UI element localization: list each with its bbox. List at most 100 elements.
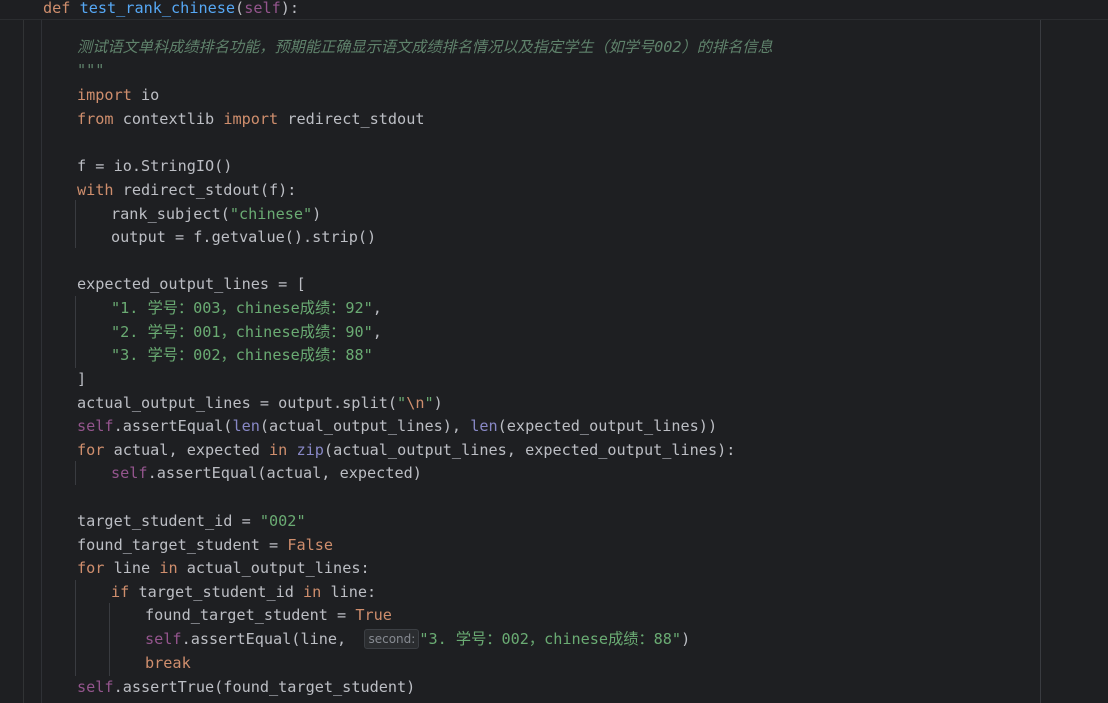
code-line-def: def test_rank_chinese(self): — [43, 0, 299, 20]
code-line-break: break — [145, 651, 191, 675]
code-text: actual_output_lines = output.split( — [77, 394, 398, 412]
code-line-target-id: target_student_id = "002" — [77, 509, 306, 533]
code-text: rank_subject( — [111, 205, 230, 223]
docstring-text: 测试语文单科成绩排名功能，预期能正确显示语文成绩排名情况以及指定学生（如学号00… — [77, 38, 773, 56]
code-text: line: — [321, 583, 377, 601]
code-text: .assertEqual(actual, expected) — [147, 464, 422, 482]
gutter-divider — [23, 0, 24, 703]
code-text: .assertEqual(line, — [181, 630, 356, 648]
code-line-rank-subject: rank_subject("chinese") — [111, 202, 321, 226]
keyword-token: import — [77, 86, 132, 104]
keyword-token: in — [269, 441, 288, 459]
code-text: actual_output_lines: — [177, 559, 370, 577]
code-text: (expected_output_lines)) — [497, 417, 718, 435]
code-text: found_target_student = — [145, 606, 356, 624]
string-token: "1. 学号：003，chinese成绩：92" — [111, 299, 373, 317]
keyword-token: if — [111, 583, 130, 601]
code-text: ) — [681, 630, 691, 648]
punctuation-token: ): — [280, 0, 300, 17]
code-text: line — [104, 559, 160, 577]
string-token: " — [424, 394, 434, 412]
punctuation-token: ( — [235, 0, 245, 17]
keyword-token: for — [77, 441, 105, 459]
code-line-expected-2: "2. 学号：001，chinese成绩：90", — [111, 320, 382, 344]
code-line-expected-close: ] — [77, 367, 86, 391]
self-token: self — [111, 464, 148, 482]
code-text: .assertEqual( — [113, 417, 233, 435]
code-line-assert-true: self.assertTrue(found_target_student) — [77, 675, 415, 699]
keyword-token: from — [77, 110, 114, 128]
keyword-token: def — [43, 0, 71, 17]
code-line-import-io: import io — [77, 83, 159, 107]
code-text: ] — [77, 370, 87, 388]
keyword-token: import — [223, 110, 279, 128]
code-text: io — [131, 86, 160, 104]
code-line-f-assign: f = io.StringIO() — [77, 154, 232, 178]
indent-guide-for1 — [75, 461, 76, 485]
code-line-actual-split: actual_output_lines = output.split("\n") — [77, 391, 443, 415]
code-line-output: output = f.getvalue().strip() — [111, 225, 376, 249]
code-text: found_target_student = — [77, 536, 288, 554]
self-token: self — [145, 630, 182, 648]
keyword-token: in — [303, 583, 322, 601]
code-line-if: if target_student_id in line: — [111, 580, 376, 604]
code-text: expected_output_lines = [ — [77, 275, 306, 293]
keyword-token: for — [77, 559, 105, 577]
code-line-for-zip: for actual, expected in zip(actual_outpu… — [77, 438, 735, 462]
code-line-expected-3: "3. 学号：002，chinese成绩：88" — [111, 343, 373, 367]
code-text: redirect_stdout — [278, 110, 425, 128]
code-text: ) — [312, 205, 322, 223]
sticky-function-header[interactable]: def test_rank_chinese(self): — [0, 0, 1108, 20]
builtin-token: len — [470, 417, 498, 435]
code-text: .assertTrue(found_target_student) — [113, 678, 416, 696]
parameter-hint-badge: second: — [364, 629, 420, 649]
right-margin-guide — [1040, 0, 1041, 703]
code-text: output = f.getvalue().strip() — [111, 228, 377, 246]
code-text: ) — [433, 394, 443, 412]
keyword-token: break — [145, 654, 191, 672]
code-text: actual, expected — [104, 441, 270, 459]
code-text: target_student_id = — [77, 512, 260, 530]
code-text: , — [372, 299, 382, 317]
code-line-expected-1: "1. 学号：003，chinese成绩：92", — [111, 296, 382, 320]
code-text: , — [372, 323, 382, 341]
code-line-doc-text: 测试语文单科成绩排名功能，预期能正确显示语文成绩排名情况以及指定学生（如学号00… — [77, 35, 773, 59]
builtin-token: zip — [296, 441, 324, 459]
code-text: redirect_stdout(f): — [113, 181, 297, 199]
string-token: " — [397, 394, 407, 412]
keyword-token: in — [159, 559, 178, 577]
indent-guide-for2 — [75, 580, 76, 676]
code-text: contextlib — [113, 110, 224, 128]
docstring-quote: """ — [77, 61, 105, 79]
code-text: target_student_id — [129, 583, 304, 601]
code-line-doc-close: """ — [77, 58, 104, 82]
code-line-found-true: found_target_student = True — [145, 603, 392, 627]
indent-guide-with — [75, 200, 76, 248]
scope-indicator-line — [41, 19, 42, 703]
keyword-token: False — [287, 536, 334, 554]
code-text: (actual_output_lines), — [259, 417, 471, 435]
indent-guide-list — [75, 296, 76, 368]
code-line-for-line: for line in actual_output_lines: — [77, 556, 370, 580]
keyword-token: True — [355, 606, 392, 624]
code-line-assert-line: self.assertEqual(line, second: "3. 学号：002… — [145, 627, 690, 651]
string-token: "2. 学号：001，chinese成绩：90" — [111, 323, 373, 341]
string-token: "3. 学号：002，chinese成绩：88" — [111, 346, 373, 364]
self-param-token: self — [244, 0, 281, 17]
code-line-from-import: from contextlib import redirect_stdout — [77, 107, 425, 131]
function-name-token: test_rank_chinese — [79, 0, 236, 17]
indent-guide-if — [109, 603, 110, 676]
code-text: f = io.StringIO() — [77, 157, 233, 175]
code-line-with: with redirect_stdout(f): — [77, 178, 296, 202]
self-token: self — [77, 417, 114, 435]
self-token: self — [77, 678, 114, 696]
code-line-assert-pair: self.assertEqual(actual, expected) — [111, 461, 422, 485]
code-line-assert-len: self.assertEqual(len(actual_output_lines… — [77, 414, 717, 438]
string-token: "3. 学号：002，chinese成绩：88" — [419, 630, 682, 648]
code-line-found-false: found_target_student = False — [77, 533, 333, 557]
builtin-token: len — [232, 417, 260, 435]
code-text: (actual_output_lines, expected_output_li… — [323, 441, 736, 459]
keyword-token: with — [77, 181, 114, 199]
escape-token: \n — [406, 394, 425, 412]
code-editor[interactable]: def test_rank_chinese(self): 测试语文单科成绩排名功… — [0, 0, 1108, 703]
